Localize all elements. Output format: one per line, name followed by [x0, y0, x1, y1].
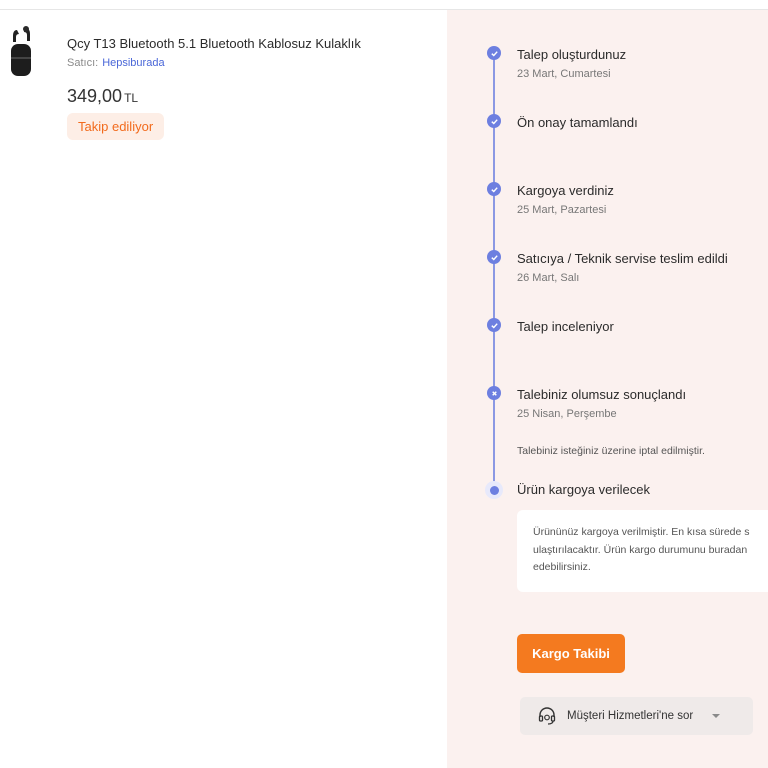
earbuds-case-icon — [11, 26, 31, 76]
cargo-tracking-button[interactable]: Kargo Takibi — [517, 634, 625, 673]
info-line: ulaştırılacaktır. Ürün kargo durumunu bu… — [533, 543, 748, 556]
step-check-icon — [487, 318, 501, 332]
seller-link[interactable]: Hepsiburada — [102, 57, 164, 69]
step-title: Ürün kargoya verilecek — [517, 482, 650, 497]
headset-icon — [538, 707, 556, 725]
status-panel: Talep oluşturdunuz 23 Mart, Cumartesi Ön… — [447, 10, 768, 768]
shipping-info-box: Ürününüz kargoya verilmiştir. En kısa sü… — [517, 510, 768, 592]
step-date: 23 Mart, Cumartesi — [517, 68, 611, 80]
step-check-icon — [487, 250, 501, 264]
status-badge: Takip ediliyor — [67, 113, 165, 140]
step-title: Satıcıya / Teknik servise teslim edildi — [517, 251, 728, 266]
chevron-down-icon — [712, 714, 721, 718]
step-title: Talep inceleniyor — [517, 319, 614, 334]
step-title: Talebiniz olumsuz sonuçlandı — [517, 387, 687, 402]
step-date: 25 Nisan, Perşembe — [517, 408, 617, 420]
step-cross-icon — [487, 386, 501, 400]
price-value: 349,00 — [67, 86, 123, 106]
step-check-icon — [487, 114, 501, 128]
step-check-icon — [487, 46, 501, 60]
seller-label: Satıcı: — [67, 57, 99, 69]
step-date: 26 Mart, Salı — [517, 272, 580, 284]
info-line: edebilirsiniz. — [533, 561, 591, 573]
step-title: Ön onay tamamlandı — [517, 115, 638, 130]
info-line: Ürününüz kargoya verilmiştir. En kısa sü… — [533, 526, 750, 538]
step-check-icon — [487, 182, 501, 196]
step-title: Talep oluşturdunuz — [517, 47, 627, 62]
step-date: 25 Mart, Pazartesi — [517, 204, 607, 216]
customer-service-button[interactable]: Müşteri Hizmetleri'ne sor — [520, 697, 753, 735]
price-currency: TL — [124, 91, 139, 105]
product-price: 349,00 TL — [67, 86, 138, 107]
step-note: Talebiniz isteğiniz üzerine iptal edilmi… — [517, 445, 705, 457]
seller-info: Satıcı: Hepsiburada — [67, 57, 165, 69]
current-step-icon — [485, 481, 503, 499]
support-button-label: Müşteri Hizmetleri'ne sor — [567, 710, 694, 722]
step-title: Kargoya verdiniz — [517, 183, 614, 198]
product-title[interactable]: Qcy T13 Bluetooth 5.1 Bluetooth Kablosuz… — [67, 36, 361, 51]
